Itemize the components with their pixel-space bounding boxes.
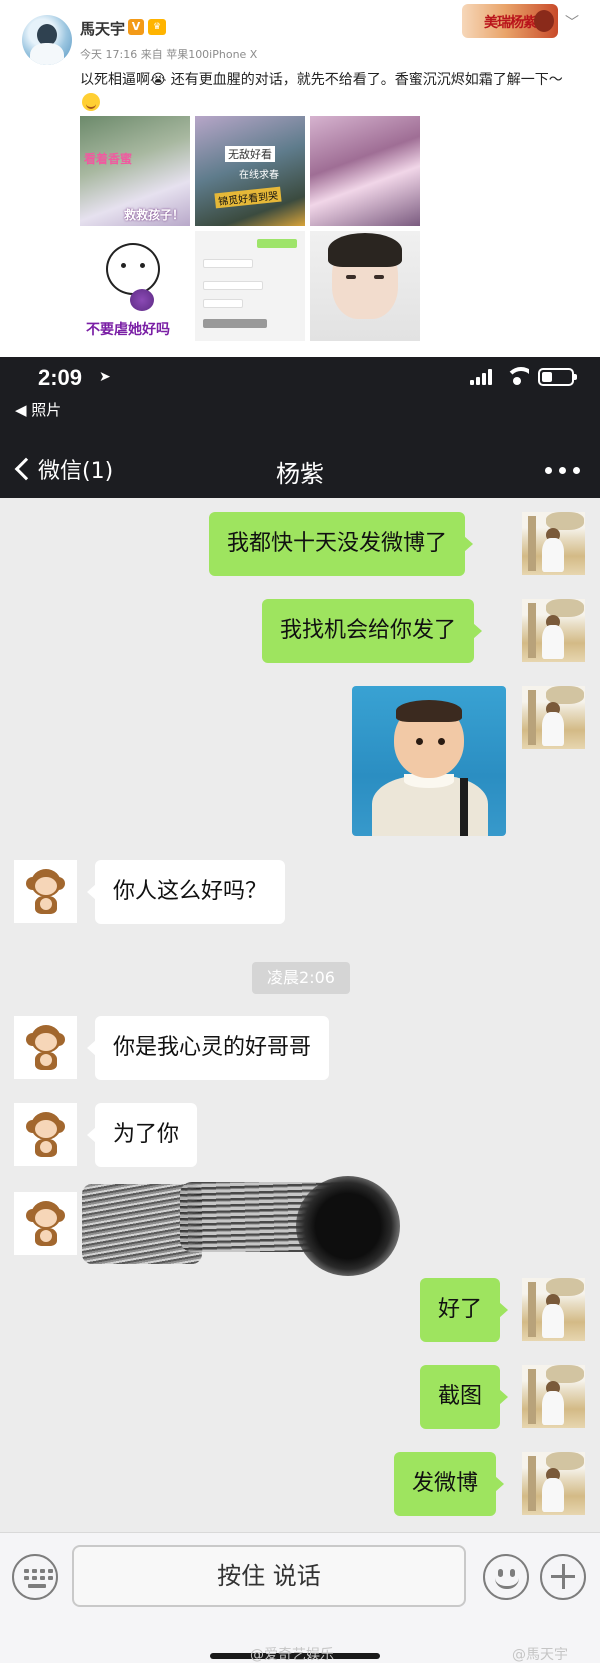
watermark: @爱奇艺娱乐 [250,1647,334,1663]
image-caption: 看着香蜜 [84,152,133,166]
my-avatar[interactable] [522,686,585,749]
grid-image[interactable] [310,231,420,341]
signal-icon [470,369,494,385]
back-to-app-link[interactable]: ◀ 照片 [15,399,61,420]
status-bar: 2:09 ➤ ◀ 照片 [0,357,600,440]
time-divider: 凌晨2:06 [252,962,350,994]
message-bubble[interactable]: 好了 [420,1278,509,1342]
grid-image[interactable]: 不要虐她好吗 [80,231,190,341]
message-bubble[interactable]: 我找机会给你发了 [262,599,483,663]
post-text: 以死相逼啊😭 还有更血腥的对话，就先不给看了。香蜜沉沉烬如霜了解一下～ [80,68,580,116]
keyboard-icon[interactable] [12,1554,58,1600]
username[interactable]: 馬天宇 [80,18,125,39]
more-icon[interactable] [545,467,585,475]
my-avatar[interactable] [522,1278,585,1341]
contact-avatar[interactable] [14,1103,77,1166]
image-caption: 在线求春 [239,170,279,181]
grid-image[interactable] [195,231,305,341]
message-bubble[interactable]: 我都快十天没发微博了 [209,512,474,576]
post-meta: 今天 17:16 来自 苹果100iPhone X [80,48,258,61]
input-bar: 按住 说话 @爱奇艺娱乐 @馬天宇 [0,1532,600,1663]
screenshot: 馬天宇 V ♛ 今天 17:16 来自 苹果100iPhone X 美瑞杨紫 ﹀… [0,0,600,1663]
message-bubble[interactable]: 发微博 [394,1452,505,1516]
image-message[interactable] [352,686,506,836]
message-bubble[interactable]: 你是我心灵的好哥哥 [86,1016,330,1080]
wifi-icon [505,365,529,385]
decoration-badge: 美瑞杨紫 [462,4,558,38]
chevron-down-icon[interactable]: ﹀ [565,12,579,32]
message-bubble[interactable]: 为了你 [86,1103,198,1167]
image-caption: 无敌好看 [225,146,275,162]
image-caption: 锦觅好看到哭 [214,186,282,209]
weibo-post: 馬天宇 V ♛ 今天 17:16 来自 苹果100iPhone X 美瑞杨紫 ﹀… [0,0,600,357]
clock: 2:09 [38,365,83,390]
plus-icon[interactable] [540,1554,586,1600]
grid-image[interactable] [310,116,420,226]
my-avatar[interactable] [522,599,585,662]
my-avatar[interactable] [522,1365,585,1428]
emoji-icon[interactable] [483,1554,529,1600]
message-bubble[interactable]: 截图 [420,1365,509,1429]
contact-avatar[interactable] [14,860,77,923]
post-text-body: 以死相逼啊😭 还有更血腥的对话，就先不给看了。香蜜沉沉烬如霜了解一下～ [80,72,563,88]
contact-avatar[interactable] [14,1192,77,1255]
redacted-message [72,1172,412,1282]
user-avatar[interactable] [22,15,72,65]
message-bubble[interactable]: 你人这么好吗？ [86,860,286,924]
chat-title: 杨紫 [276,460,324,488]
image-caption: 不要虐她好吗 [86,322,170,338]
grid-image[interactable]: 看着香蜜 救救孩子！ [80,116,190,226]
my-avatar[interactable] [522,1452,585,1515]
image-caption: 救救孩子！ [124,208,185,222]
watermark: @馬天宇 [512,1647,568,1663]
battery-icon [538,368,577,386]
hold-to-talk-button[interactable]: 按住 说话 [72,1545,466,1607]
location-arrow-icon: ➤ [99,369,111,385]
my-avatar[interactable] [522,512,585,575]
verified-icon: V [128,19,144,35]
contact-avatar[interactable] [14,1016,77,1079]
chat-header: 微信(1) 杨紫 [0,440,600,498]
grid-image[interactable]: 无敌好看 在线求春 锦觅好看到哭 [195,116,305,226]
vip-icon: ♛ [148,19,166,35]
laugh-emoji-icon [82,93,100,111]
